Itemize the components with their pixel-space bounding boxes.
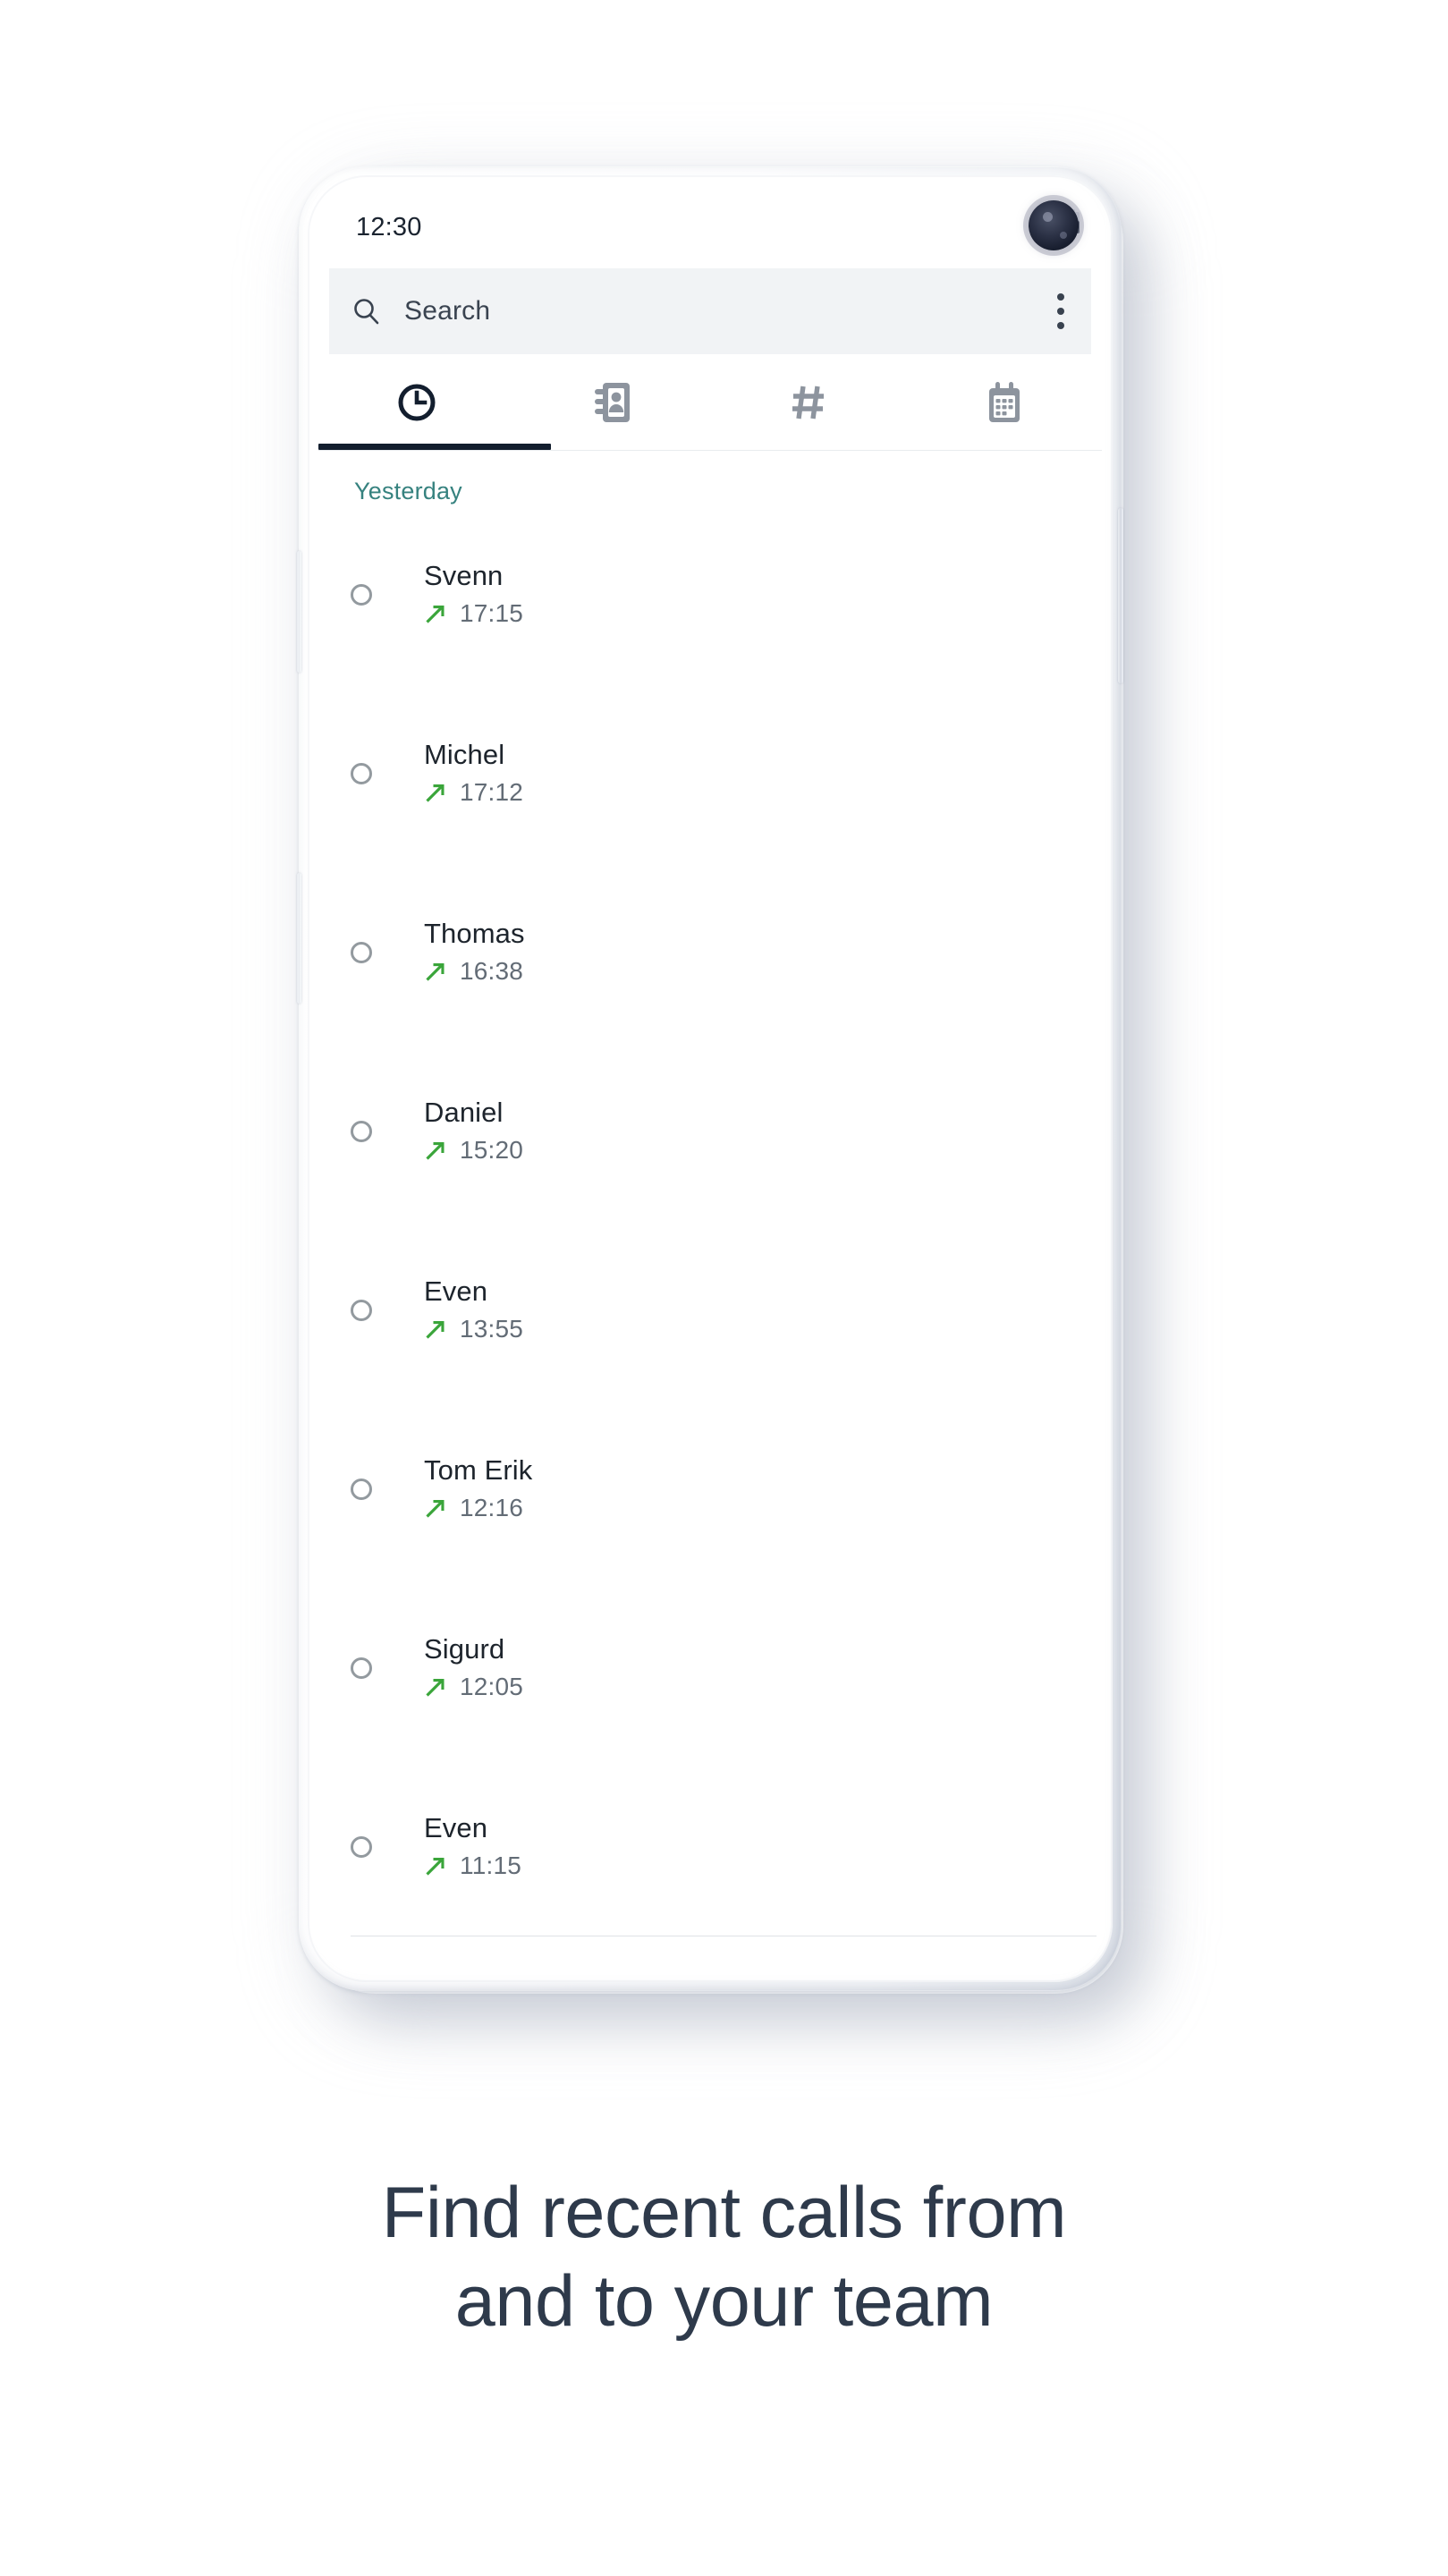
call-info: Tom Erik 12:16: [424, 1456, 532, 1522]
search-input[interactable]: Search: [404, 296, 490, 326]
avatar: [351, 1657, 372, 1679]
tab-contacts[interactable]: [514, 354, 710, 450]
call-time: 12:05: [460, 1672, 524, 1700]
call-meta: 17:15: [424, 599, 523, 628]
call-meta: 15:20: [424, 1136, 523, 1165]
call-contact-name: Sigurd: [424, 1633, 505, 1665]
call-contact-name: Even: [424, 1275, 488, 1308]
call-info: Even 11:15: [424, 1814, 521, 1880]
clock-icon: [398, 384, 435, 420]
avatar: [351, 1121, 372, 1142]
call-time: 12:16: [460, 1493, 524, 1521]
hash-icon: [792, 386, 824, 419]
day-group-header: Yesterday: [354, 478, 462, 504]
call-time: 17:15: [460, 598, 524, 627]
power-button[interactable]: [1118, 508, 1123, 683]
call-contact-name: Michel: [424, 739, 505, 771]
call-time: 11:15: [460, 1851, 521, 1879]
call-info: Daniel 15:20: [424, 1098, 523, 1165]
call-info: Michel 17:12: [424, 741, 523, 807]
arrow-up-right-icon: [426, 1678, 445, 1697]
call-row[interactable]: Even 11:15: [318, 1758, 1102, 1936]
call-time: 15:20: [460, 1135, 524, 1164]
tab-calendar[interactable]: [906, 354, 1102, 450]
call-contact-name: Svenn: [424, 560, 504, 592]
call-row[interactable]: Svenn 17:15: [318, 505, 1102, 684]
call-meta: 16:38: [424, 957, 525, 986]
avatar: [351, 584, 372, 606]
promo-caption: Find recent calls from and to your team: [0, 2169, 1448, 2346]
call-meta: 12:16: [424, 1494, 532, 1522]
front-camera-punch-hole-icon: [1029, 200, 1079, 250]
tab-bar: [318, 354, 1102, 451]
avatar: [351, 1479, 372, 1500]
call-info: Even 13:55: [424, 1277, 523, 1343]
call-contact-name: Tom Erik: [424, 1454, 533, 1487]
tab-recents[interactable]: [318, 354, 514, 450]
call-info: Thomas 16:38: [424, 919, 525, 986]
avatar: [351, 942, 372, 963]
arrow-up-right-icon: [426, 605, 445, 623]
arrow-up-right-icon: [426, 1141, 445, 1160]
volume-up-button[interactable]: [297, 551, 301, 673]
arrow-up-right-icon: [426, 962, 445, 981]
caption-line-1: Find recent calls from: [381, 2173, 1067, 2253]
avatar: [351, 1300, 372, 1321]
avatar: [351, 1836, 372, 1858]
arrow-up-right-icon: [426, 784, 445, 802]
call-time: 13:55: [460, 1314, 524, 1343]
address-book-icon: [594, 382, 630, 422]
search-icon: [354, 299, 379, 325]
call-time: 16:38: [460, 956, 524, 985]
phone-frame: 12:30 Search Yesterday Svenn 17:15 Miche…: [297, 166, 1123, 1991]
call-contact-name: Thomas: [424, 918, 525, 950]
caption-line-2: and to your team: [454, 2260, 994, 2342]
call-time: 17:12: [460, 777, 524, 806]
screenshot-page: 12:30 Search Yesterday Svenn 17:15 Miche…: [0, 0, 1448, 2576]
call-row[interactable]: Sigurd 12:05: [318, 1579, 1102, 1758]
more-vertical-icon[interactable]: [1055, 288, 1066, 335]
call-meta: 13:55: [424, 1315, 523, 1343]
call-meta: 12:05: [424, 1673, 523, 1701]
call-row[interactable]: Thomas 16:38: [318, 863, 1102, 1042]
call-meta: 11:15: [424, 1852, 521, 1880]
volume-down-button[interactable]: [297, 873, 301, 1004]
calendar-icon: [988, 381, 1020, 422]
call-row[interactable]: Daniel 15:20: [318, 1042, 1102, 1221]
status-bar: 12:30: [318, 186, 1102, 268]
call-contact-name: Daniel: [424, 1097, 504, 1129]
search-bar[interactable]: Search: [329, 268, 1091, 354]
avatar: [351, 763, 372, 784]
call-meta: 17:12: [424, 778, 523, 807]
tab-keypad[interactable]: [710, 354, 906, 450]
call-info: Svenn 17:15: [424, 562, 523, 628]
active-tab-indicator: [318, 444, 551, 450]
status-bar-clock: 12:30: [356, 213, 422, 242]
arrow-up-right-icon: [426, 1499, 445, 1518]
recent-calls-list[interactable]: Yesterday Svenn 17:15 Michel 17:12 Thomas 16:…: [318, 451, 1102, 1971]
call-info: Sigurd 12:05: [424, 1635, 523, 1701]
call-rows-container: Svenn 17:15 Michel 17:12 Thomas 16:38 Daniel 15…: [318, 505, 1102, 1936]
call-row[interactable]: Tom Erik 12:16: [318, 1400, 1102, 1579]
phone-screen: 12:30 Search Yesterday Svenn 17:15 Miche…: [318, 186, 1102, 1971]
call-row[interactable]: Even 13:55: [318, 1221, 1102, 1400]
phone-device-mockup: 12:30 Search Yesterday Svenn 17:15 Miche…: [297, 166, 1148, 2018]
call-row[interactable]: Michel 17:12: [318, 684, 1102, 863]
arrow-up-right-icon: [426, 1320, 445, 1339]
arrow-up-right-icon: [426, 1857, 445, 1876]
call-contact-name: Even: [424, 1812, 488, 1844]
